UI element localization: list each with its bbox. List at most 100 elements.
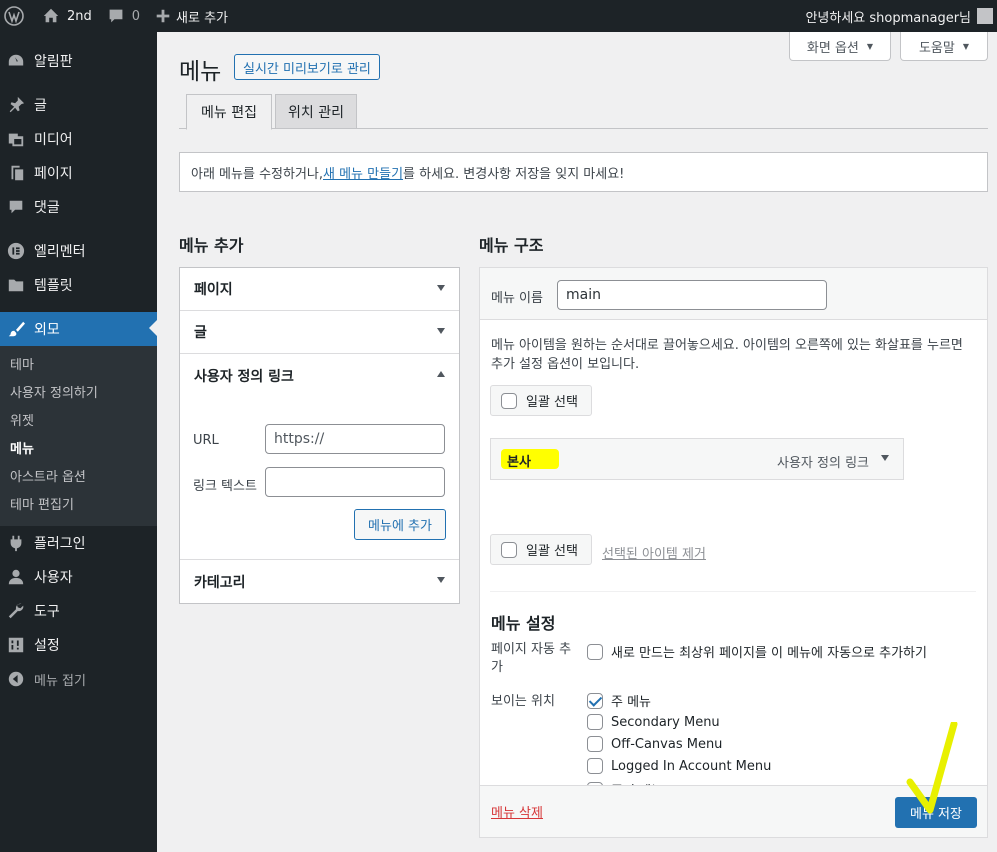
caret-down-icon: ▼ bbox=[962, 41, 970, 51]
sidebar-item-settings[interactable]: 설정 bbox=[0, 628, 157, 662]
checkmark-annotation-icon bbox=[906, 722, 958, 814]
menu-item-title: 본사 bbox=[507, 455, 531, 470]
submenu-theme-editor[interactable]: 테마 편집기 bbox=[0, 492, 157, 520]
location-off-canvas[interactable]: Off-Canvas Menu bbox=[587, 736, 722, 752]
collapse-icon bbox=[6, 669, 26, 689]
sidebar-item-label: 도구 bbox=[34, 604, 60, 620]
comments-count: 0 bbox=[131, 8, 141, 24]
location-checkbox[interactable] bbox=[587, 758, 603, 774]
new-content-link[interactable]: 새로 추가 bbox=[148, 0, 236, 32]
page-icon bbox=[6, 163, 26, 183]
location-label: 주 메뉴 bbox=[611, 695, 652, 710]
appearance-submenu: 테마 사용자 정의하기 위젯 메뉴 아스트라 옵션 테마 편집기 bbox=[0, 346, 157, 526]
menu-name-label: 메뉴 이름 bbox=[491, 291, 543, 306]
sidebar-item-comments[interactable]: 댓글 bbox=[0, 190, 157, 224]
wordpress-logo[interactable] bbox=[0, 0, 34, 32]
bulk-select-checkbox[interactable] bbox=[501, 392, 517, 409]
sidebar-item-tools[interactable]: 도구 bbox=[0, 594, 157, 628]
link-text-input[interactable] bbox=[265, 467, 445, 497]
bulk-select-bottom[interactable]: 일괄 선택 bbox=[490, 534, 592, 565]
add-to-menu-button[interactable]: 메뉴에 추가 bbox=[354, 509, 446, 540]
menu-name-input[interactable]: main bbox=[557, 280, 827, 310]
live-preview-button[interactable]: 실시간 미리보기로 관리 bbox=[234, 54, 380, 80]
auto-add-checkbox[interactable] bbox=[587, 643, 603, 660]
screen-options-button[interactable]: 화면 옵션 ▼ bbox=[789, 32, 891, 61]
wrench-icon bbox=[6, 601, 26, 621]
location-secondary[interactable]: Secondary Menu bbox=[587, 714, 720, 730]
site-name-link[interactable]: 2nd bbox=[34, 0, 100, 32]
menu-item[interactable]: 본사 사용자 정의 링크 bbox=[490, 438, 904, 480]
submenu-widgets[interactable]: 위젯 bbox=[0, 408, 157, 436]
sidebar-item-pages[interactable]: 페이지 bbox=[0, 156, 157, 190]
url-label: URL bbox=[193, 433, 219, 448]
sidebar-item-users[interactable]: 사용자 bbox=[0, 560, 157, 594]
screen-options-label: 화면 옵션 bbox=[806, 40, 859, 56]
pin-icon bbox=[6, 95, 26, 115]
remove-selected-link[interactable]: 선택된 아이템 제거 bbox=[602, 543, 706, 562]
elementor-icon bbox=[6, 241, 26, 261]
custom-links-panel: URL https:// 링크 텍스트 메뉴에 추가 bbox=[180, 397, 459, 560]
add-menu-items-accordion: 페이지 글 사용자 정의 링크 URL https:// 링크 텍스트 메뉴에 … bbox=[179, 267, 460, 604]
location-checkbox[interactable] bbox=[587, 714, 603, 730]
accordion-posts-label: 글 bbox=[194, 325, 207, 341]
sidebar-item-templates[interactable]: 템플릿 bbox=[0, 268, 157, 302]
sidebar-item-label: 사용자 bbox=[34, 570, 73, 586]
bulk-select-checkbox[interactable] bbox=[501, 541, 517, 558]
my-account-link[interactable]: 안녕하세요 shopmanager님 bbox=[797, 0, 997, 32]
location-checkbox[interactable] bbox=[587, 736, 603, 752]
sidebar-item-posts[interactable]: 글 bbox=[0, 88, 157, 122]
accordion-custom-links[interactable]: 사용자 정의 링크 bbox=[180, 354, 459, 397]
accordion-categories[interactable]: 카테고리 bbox=[180, 560, 459, 603]
folder-icon bbox=[6, 275, 26, 295]
sidebar-item-elementor[interactable]: 엘리멘터 bbox=[0, 234, 157, 268]
tab-manage-locations[interactable]: 위치 관리 bbox=[275, 94, 357, 129]
divider bbox=[490, 591, 976, 592]
brush-icon bbox=[6, 319, 26, 339]
accordion-pages[interactable]: 페이지 bbox=[180, 268, 459, 311]
bulk-select-label: 일괄 선택 bbox=[526, 544, 578, 559]
bulk-select-top[interactable]: 일괄 선택 bbox=[490, 385, 592, 416]
media-icon bbox=[6, 129, 26, 149]
menu-instructions: 메뉴 아이템을 원하는 순서대로 끌어놓으세요. 아이템의 오른쪽에 있는 화살… bbox=[491, 338, 963, 372]
auto-add-option[interactable]: 새로 만드는 최상위 페이지를 이 메뉴에 자동으로 추가하기 bbox=[587, 642, 927, 661]
submenu-customize[interactable]: 사용자 정의하기 bbox=[0, 380, 157, 408]
location-label: Secondary Menu bbox=[611, 714, 720, 730]
submenu-astra-options[interactable]: 아스트라 옵션 bbox=[0, 464, 157, 492]
location-checkbox[interactable] bbox=[587, 692, 603, 709]
comments-link[interactable]: 0 bbox=[100, 0, 148, 32]
create-new-menu-link[interactable]: 새 메뉴 만들기 bbox=[323, 163, 403, 182]
submenu-menus[interactable]: 메뉴 bbox=[0, 436, 157, 464]
bulk-select-label: 일괄 선택 bbox=[526, 395, 578, 410]
caret-down-icon: ▼ bbox=[866, 41, 874, 51]
location-primary[interactable]: 주 메뉴 bbox=[587, 691, 651, 710]
location-logged-in[interactable]: Logged In Account Menu bbox=[587, 758, 771, 774]
url-input[interactable]: https:// bbox=[265, 424, 445, 454]
sidebar-item-label: 댓글 bbox=[34, 200, 60, 216]
item-toggle-arrow-icon[interactable] bbox=[881, 455, 889, 461]
settings-icon bbox=[6, 635, 26, 655]
wordpress-icon bbox=[4, 6, 24, 26]
help-button[interactable]: 도움말 ▼ bbox=[900, 32, 988, 61]
sidebar-item-media[interactable]: 미디어 bbox=[0, 122, 157, 156]
admin-sidebar: 알림판 글 미디어 페이지 댓글 엘리멘터 템플릿 외모 테마 사용자 정의하기… bbox=[0, 32, 157, 852]
sidebar-item-collapse[interactable]: 메뉴 접기 bbox=[0, 662, 157, 696]
delete-menu-link[interactable]: 메뉴 삭제 bbox=[491, 802, 543, 821]
arrow-down-icon bbox=[437, 577, 445, 583]
accordion-pages-label: 페이지 bbox=[194, 282, 233, 298]
menu-structure-title: 메뉴 구조 bbox=[479, 236, 544, 255]
main-content: 화면 옵션 ▼ 도움말 ▼ 메뉴 실시간 미리보기로 관리 메뉴 편집 위치 관… bbox=[157, 32, 997, 852]
sidebar-item-appearance[interactable]: 외모 bbox=[0, 312, 157, 346]
sidebar-item-label: 페이지 bbox=[34, 166, 73, 182]
submenu-themes[interactable]: 테마 bbox=[0, 352, 157, 380]
accordion-categories-label: 카테고리 bbox=[194, 574, 246, 591]
sidebar-item-dashboard[interactable]: 알림판 bbox=[0, 44, 157, 78]
menu-name-bar: 메뉴 이름 main bbox=[480, 268, 987, 320]
sidebar-item-plugins[interactable]: 플러그인 bbox=[0, 526, 157, 560]
arrow-up-icon bbox=[437, 371, 445, 377]
sidebar-item-label: 외모 bbox=[34, 322, 60, 338]
accordion-posts[interactable]: 글 bbox=[180, 311, 459, 354]
tab-edit-menus[interactable]: 메뉴 편집 bbox=[186, 94, 272, 130]
notice-text: 아래 메뉴를 수정하거나, bbox=[191, 166, 323, 182]
help-label: 도움말 bbox=[918, 40, 955, 56]
user-icon bbox=[6, 567, 26, 587]
